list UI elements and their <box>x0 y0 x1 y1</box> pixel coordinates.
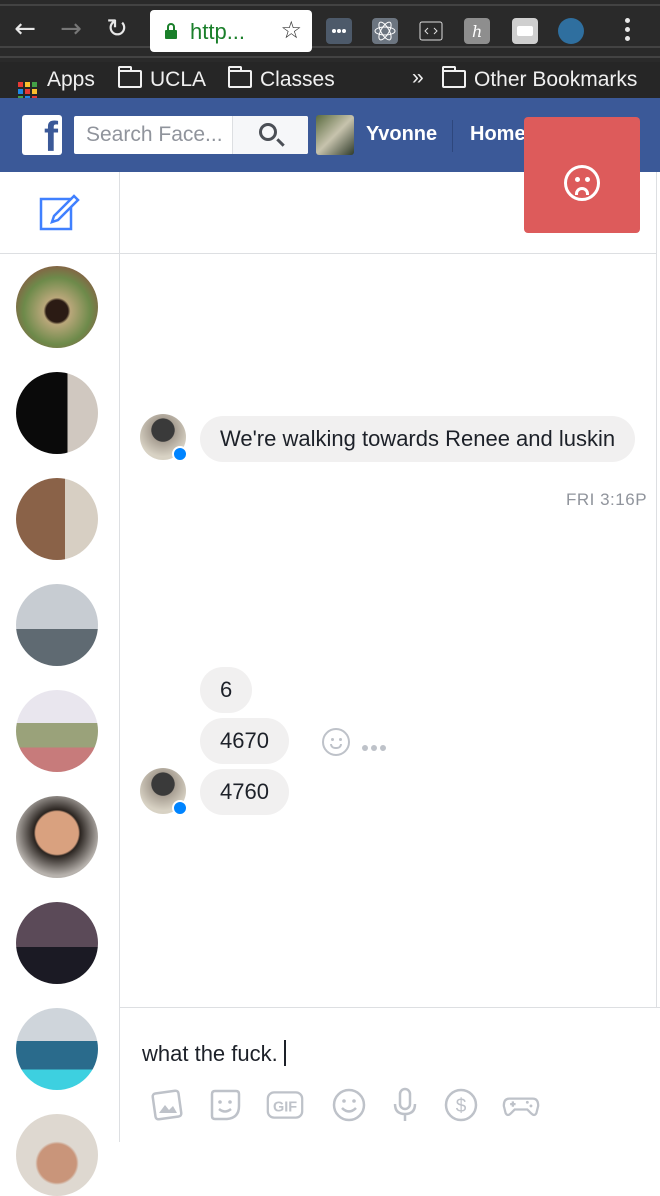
message-input-text: what the fuck. <box>142 1041 278 1066</box>
svg-text:h: h <box>472 22 482 41</box>
message-bubble[interactable]: 4670 <box>200 718 289 764</box>
bookmark-apps[interactable]: Apps <box>18 67 95 101</box>
conversation-avatar[interactable] <box>16 1008 98 1090</box>
search-button[interactable] <box>232 116 308 154</box>
conversation-list <box>0 172 120 1196</box>
cast-extension-icon[interactable] <box>512 18 538 44</box>
forward-icon[interactable]: → <box>56 14 86 44</box>
sad-face-icon <box>564 165 600 201</box>
sender-avatar[interactable] <box>140 414 188 462</box>
conversation-avatar[interactable] <box>16 584 98 666</box>
back-icon[interactable]: ← <box>10 14 40 44</box>
payment-icon[interactable]: $ <box>442 1086 480 1124</box>
text-caret <box>283 1040 286 1066</box>
header-divider <box>452 120 453 152</box>
reload-icon[interactable]: ↻ <box>102 14 132 44</box>
bookmark-ucla-label: UCLA <box>150 68 207 91</box>
extension-dots-icon[interactable] <box>326 18 352 44</box>
react-devtools-icon[interactable] <box>372 18 398 44</box>
bookmark-star-icon[interactable]: ☆ <box>280 16 302 44</box>
error-popup[interactable] <box>524 117 640 233</box>
bookmark-classes-label: Classes <box>260 68 335 91</box>
message-composer[interactable]: what the fuck. GIF $ <box>120 1007 660 1142</box>
address-bar[interactable]: http... ☆ <box>150 10 312 52</box>
conversation-avatar[interactable] <box>16 266 98 348</box>
conversation-avatar[interactable] <box>16 478 98 560</box>
folder-icon <box>442 66 466 88</box>
globe-extension-icon[interactable] <box>558 18 584 44</box>
url-text: http... <box>190 19 246 44</box>
more-options-icon[interactable] <box>362 738 389 751</box>
message-bubble[interactable]: 6 <box>200 667 253 713</box>
dollar-sign: $ <box>456 1096 467 1117</box>
sender-avatar[interactable] <box>140 768 188 816</box>
bookmark-overflow[interactable]: » <box>412 65 424 91</box>
messenger-badge-icon <box>172 800 188 816</box>
bookmark-folder-classes[interactable]: Classes <box>228 66 335 93</box>
conversation-avatar[interactable] <box>16 796 98 878</box>
lock-icon <box>165 23 177 39</box>
compose-icon <box>39 194 80 231</box>
search-icon <box>259 123 277 141</box>
search-placeholder: Search Face... <box>86 123 223 146</box>
conversation-avatar[interactable] <box>16 690 98 772</box>
profile-name-link[interactable]: Yvonne <box>366 123 437 146</box>
compose-button[interactable] <box>0 172 119 254</box>
bookmark-apps-label: Apps <box>47 68 95 91</box>
message-timestamp: FRI 3:16P <box>566 490 648 509</box>
bookmark-other-label: Other Bookmarks <box>474 68 638 91</box>
profile-avatar[interactable] <box>316 115 354 155</box>
message-bubble[interactable]: 4760 <box>200 769 289 815</box>
honey-extension-icon[interactable]: h <box>464 18 490 44</box>
facebook-logo-icon[interactable]: f <box>22 115 62 155</box>
home-link[interactable]: Home <box>470 123 526 146</box>
game-icon[interactable] <box>502 1086 540 1124</box>
messenger-badge-icon <box>172 446 188 462</box>
message-bubble[interactable]: We're walking towards Renee and luskin <box>200 416 636 462</box>
microphone-icon[interactable] <box>386 1086 424 1124</box>
emoji-icon[interactable] <box>330 1086 368 1124</box>
folder-icon <box>228 66 252 88</box>
folder-icon <box>118 66 142 88</box>
bookmark-folder-other[interactable]: Other Bookmarks <box>442 66 638 93</box>
message-input[interactable]: what the fuck. <box>142 1040 286 1067</box>
gif-label: GIF <box>273 1099 297 1115</box>
gif-icon[interactable]: GIF <box>266 1086 304 1124</box>
conversation-avatar[interactable] <box>16 902 98 984</box>
conversation-avatar[interactable] <box>16 372 98 454</box>
code-extension-icon[interactable] <box>418 18 444 44</box>
photo-icon[interactable] <box>148 1086 186 1124</box>
scroll-edge <box>656 172 660 1142</box>
sticker-icon[interactable] <box>206 1086 244 1124</box>
bookmark-folder-ucla[interactable]: UCLA <box>118 66 207 93</box>
conversation-avatar[interactable] <box>16 1114 98 1196</box>
browser-menu-icon[interactable] <box>618 14 636 48</box>
react-emoji-icon[interactable] <box>322 728 350 756</box>
search-input[interactable]: Search Face... <box>74 116 308 154</box>
